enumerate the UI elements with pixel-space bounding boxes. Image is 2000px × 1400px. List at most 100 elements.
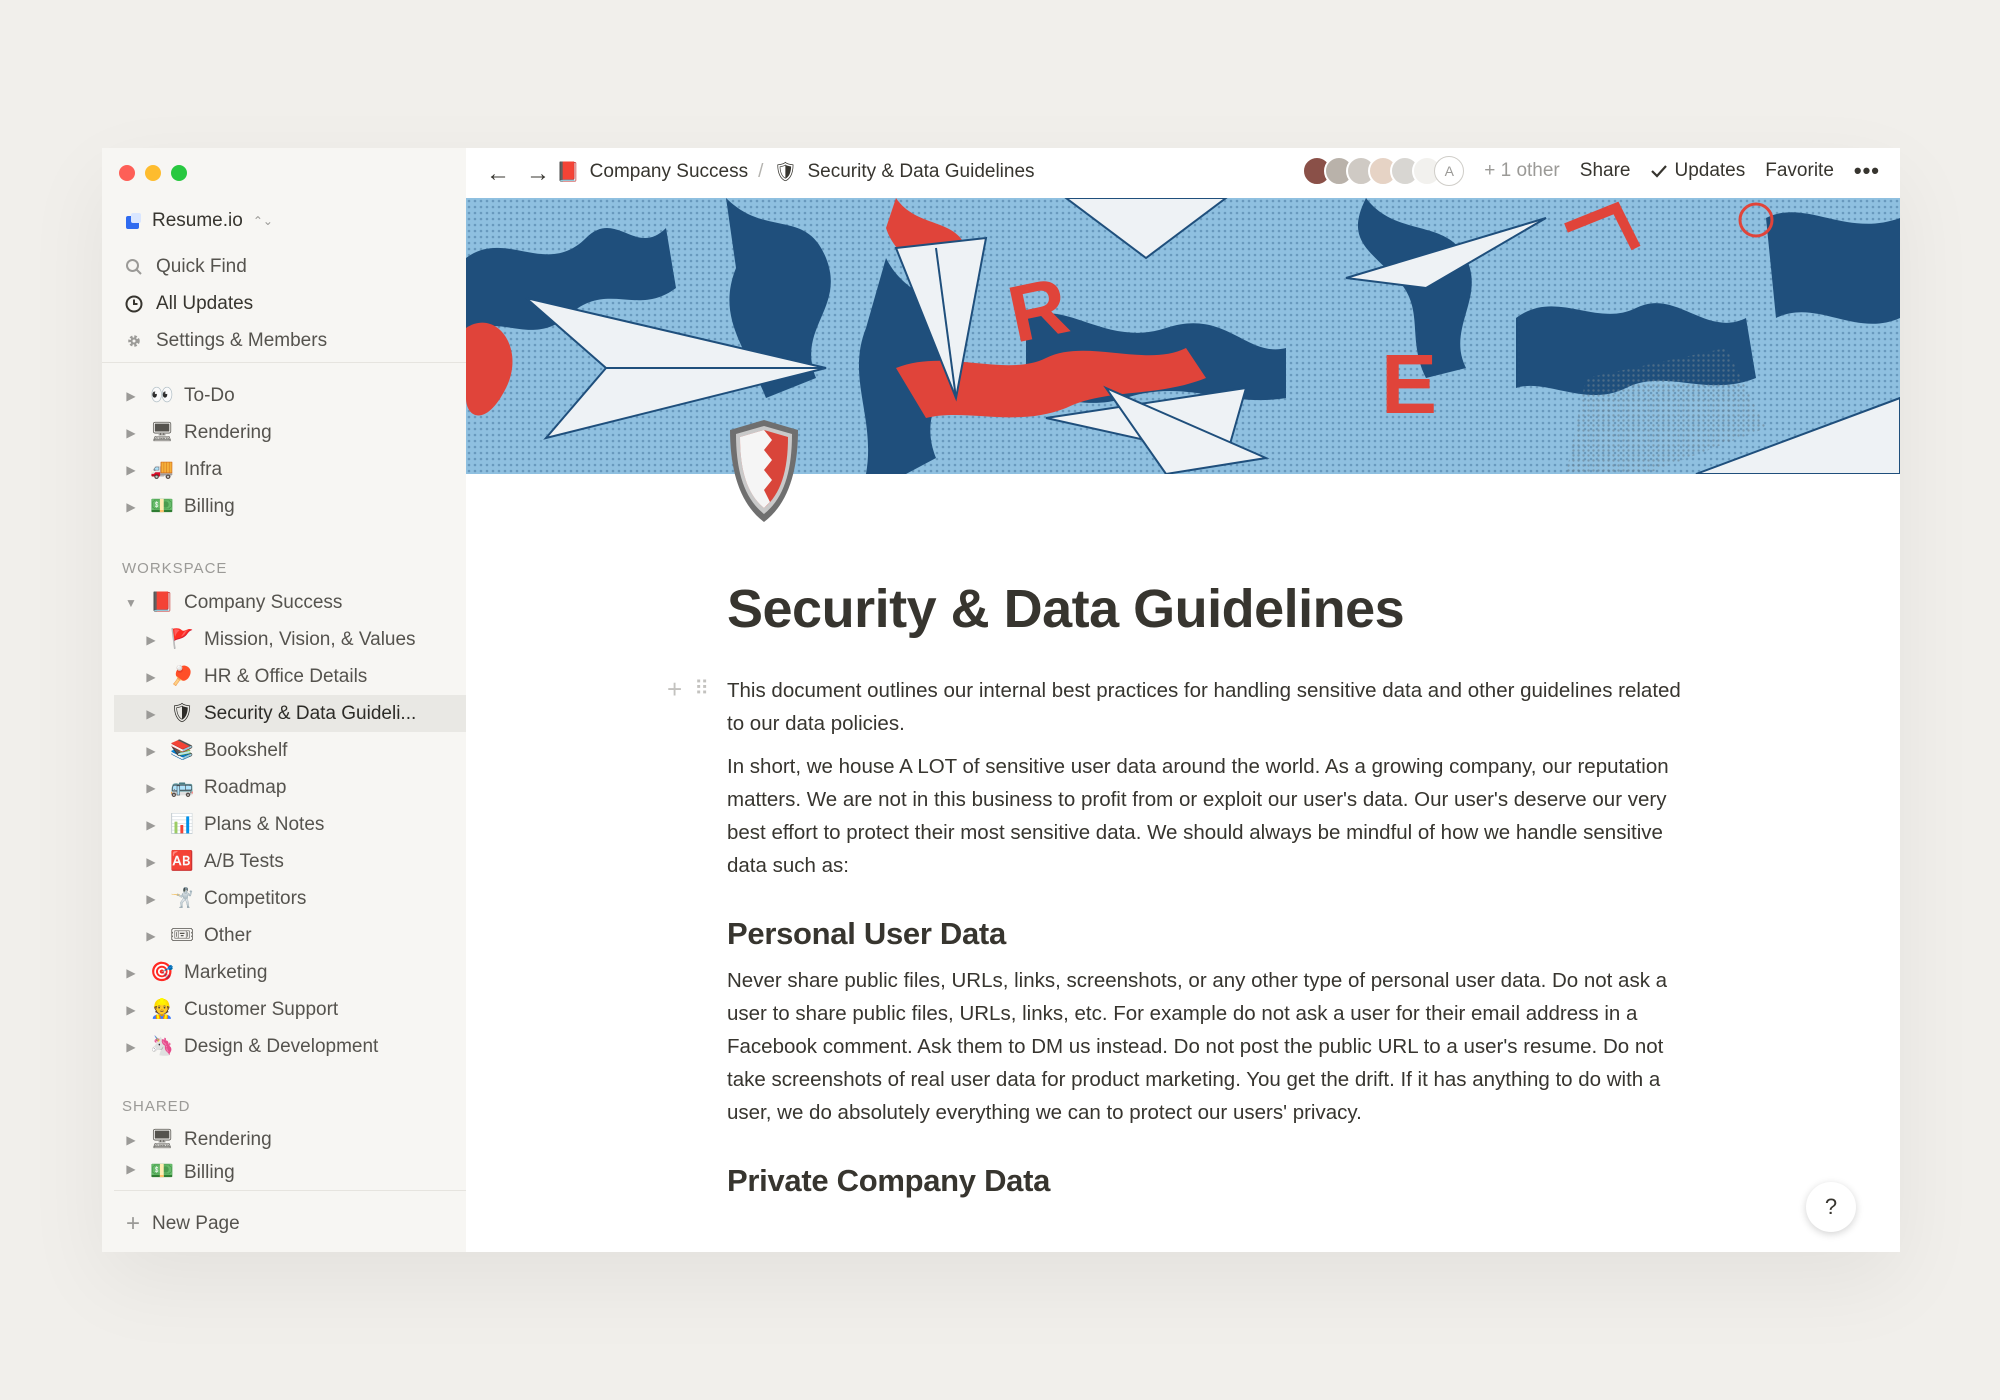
expand-arrow-icon[interactable]: ▶	[144, 855, 158, 869]
all-updates-button[interactable]: All Updates	[120, 285, 466, 322]
sidebar-item-bookshelf[interactable]: ▶ 📚 Bookshelf	[114, 732, 466, 769]
expand-arrow-icon[interactable]: ▶	[144, 929, 158, 943]
help-button[interactable]: ?	[1806, 1182, 1856, 1232]
sidebar-item-label: To-Do	[184, 384, 235, 406]
sidebar-item-label: Billing	[184, 1162, 235, 1183]
avatar-letter: A	[1434, 156, 1465, 186]
sidebar-footer-divider	[114, 1190, 466, 1191]
clock-icon	[124, 294, 144, 314]
sidebar-item-rendering[interactable]: ▶ 🖥 Rendering	[114, 414, 466, 451]
sidebar-item-competitors[interactable]: ▶ 🤺 Competitors	[114, 880, 466, 917]
sidebar-item-label: Bookshelf	[204, 739, 288, 761]
expand-arrow-icon[interactable]: ▶	[124, 426, 138, 440]
sidebar-item-hr-office-details[interactable]: ▶ 🏓 HR & Office Details	[114, 658, 466, 695]
sidebar-item-to-do[interactable]: ▶ 👀 To-Do	[114, 377, 466, 414]
other-collaborators-label[interactable]: + 1 other	[1484, 160, 1560, 182]
share-button[interactable]: Share	[1580, 160, 1631, 182]
expand-arrow-icon[interactable]: ▶	[144, 818, 158, 832]
page-emoji-icon: 🖥	[150, 422, 175, 443]
expand-arrow-icon[interactable]: ▶	[144, 670, 158, 684]
intro-paragraph[interactable]: + ⠿ This document outlines our internal …	[667, 674, 1699, 740]
sidebar-item-label: A/B Tests	[204, 850, 284, 872]
new-page-button[interactable]: + New Page	[126, 1210, 240, 1238]
sidebar-item-roadmap[interactable]: ▶ 🚌 Roadmap	[114, 769, 466, 806]
add-block-icon[interactable]: +	[667, 676, 682, 702]
summary-paragraph[interactable]: In short, we house A LOT of sensitive us…	[727, 750, 1699, 882]
expand-arrow-icon[interactable]: ▶	[144, 744, 158, 758]
favorite-button[interactable]: Favorite	[1765, 160, 1834, 182]
sidebar-item-marketing[interactable]: ▶ 🎯 Marketing	[114, 954, 466, 991]
zoom-window-button[interactable]	[171, 165, 187, 181]
page-cover-image[interactable]: R E	[466, 198, 1900, 474]
sidebar-item-infra[interactable]: ▶ 🚚 Infra	[114, 451, 466, 488]
more-options-icon[interactable]: •••	[1854, 158, 1880, 184]
expand-arrow-icon[interactable]: ▶	[124, 500, 138, 514]
breadcrumb-company-success[interactable]: Company Success	[590, 161, 748, 183]
section-heading-private-company-data[interactable]: Private Company Data	[727, 1163, 1699, 1199]
sidebar-item-label: Company Success	[184, 591, 343, 613]
collapse-arrow-icon[interactable]: ▼	[124, 596, 138, 610]
sidebar-item-shared-rendering[interactable]: ▶ 🖥 Rendering	[114, 1121, 466, 1158]
sidebar-item-label: Competitors	[204, 887, 307, 909]
breadcrumb: 📕 Company Success / 🛡 Security & Data Gu…	[556, 160, 1035, 184]
quick-find-button[interactable]: Quick Find	[120, 248, 466, 285]
sidebar-item-design-development[interactable]: ▶ 🦄 Design & Development	[114, 1028, 466, 1065]
workspace-section-label: WORKSPACE	[122, 560, 228, 577]
sidebar-item-shared-billing[interactable]: ▶ 💵 Billing	[114, 1158, 466, 1186]
sidebar-item-label: Rendering	[184, 1128, 272, 1150]
sidebar-item-customer-support[interactable]: ▶ 👷 Customer Support	[114, 991, 466, 1028]
workspace-switcher[interactable]: Resume.io ⌃⌄	[126, 210, 273, 232]
breadcrumb-emoji-icon: 📕	[556, 162, 580, 183]
section-heading-personal-user-data[interactable]: Personal User Data	[727, 916, 1699, 952]
sidebar-item-label: HR & Office Details	[204, 665, 368, 687]
collaborator-avatars[interactable]: A	[1302, 156, 1465, 186]
new-page-label: New Page	[152, 1213, 240, 1234]
sidebar-item-ab-tests[interactable]: ▶ 🆎 A/B Tests	[114, 843, 466, 880]
app-window: Resume.io ⌃⌄ Quick Find All Updates Sett…	[102, 148, 1900, 1252]
updates-label: Updates	[1674, 160, 1746, 181]
expand-arrow-icon[interactable]: ▶	[124, 1040, 138, 1054]
expand-arrow-icon[interactable]: ▶	[124, 389, 138, 403]
sidebar-item-mission-vision-values[interactable]: ▶ 🚩 Mission, Vision, & Values	[114, 621, 466, 658]
personal-user-data-paragraph[interactable]: Never share public files, URLs, links, s…	[727, 964, 1699, 1129]
minimize-window-button[interactable]	[145, 165, 161, 181]
page-icon-shield[interactable]	[724, 416, 804, 526]
sidebar-item-label: Customer Support	[184, 998, 339, 1020]
updates-button[interactable]: Updates	[1650, 160, 1745, 182]
search-icon	[124, 257, 144, 277]
main-content: ← → 📕 Company Success / 🛡 Security & Dat…	[466, 148, 1900, 1252]
page-emoji-icon: 📚	[170, 740, 194, 761]
page-title[interactable]: Security & Data Guidelines	[727, 578, 1699, 640]
intro-text: This document outlines our internal best…	[727, 679, 1681, 735]
drag-handle-icon[interactable]: ⠿	[694, 676, 709, 702]
page-emoji-icon: 🚚	[150, 459, 174, 480]
forward-arrow-icon[interactable]: →	[526, 160, 550, 188]
sidebar-item-other[interactable]: ▶ 🎟 Other	[114, 917, 466, 954]
sidebar-item-label: Security & Data Guideli...	[204, 702, 417, 724]
sidebar-divider	[102, 362, 466, 363]
all-updates-label: All Updates	[156, 292, 254, 314]
sidebar-item-security-data-guidelines[interactable]: ▶ 🛡 Security & Data Guideli...	[114, 695, 466, 732]
page-emoji-icon: 🆎	[170, 851, 194, 872]
gear-icon	[124, 331, 144, 351]
block-handle: + ⠿	[667, 676, 709, 702]
expand-arrow-icon[interactable]: ▶	[124, 1133, 138, 1147]
settings-members-button[interactable]: Settings & Members	[120, 322, 466, 359]
expand-arrow-icon[interactable]: ▶	[124, 463, 138, 477]
sidebar-item-label: Rendering	[184, 421, 272, 443]
page-emoji-icon: 🏓	[170, 666, 194, 687]
expand-arrow-icon[interactable]: ▶	[144, 633, 158, 647]
page-emoji-icon: 🤺	[170, 888, 194, 909]
expand-arrow-icon[interactable]: ▶	[124, 1162, 138, 1176]
expand-arrow-icon[interactable]: ▶	[144, 707, 158, 721]
expand-arrow-icon[interactable]: ▶	[124, 1003, 138, 1017]
sidebar-item-billing[interactable]: ▶ 💵 Billing	[114, 488, 466, 525]
expand-arrow-icon[interactable]: ▶	[144, 781, 158, 795]
expand-arrow-icon[interactable]: ▶	[144, 892, 158, 906]
breadcrumb-security-data-guidelines[interactable]: Security & Data Guidelines	[807, 161, 1034, 183]
sidebar-item-company-success[interactable]: ▼ 📕 Company Success	[114, 584, 466, 621]
close-window-button[interactable]	[119, 165, 135, 181]
expand-arrow-icon[interactable]: ▶	[124, 966, 138, 980]
sidebar-item-plans-notes[interactable]: ▶ 📊 Plans & Notes	[114, 806, 466, 843]
back-arrow-icon[interactable]: ←	[486, 160, 510, 188]
